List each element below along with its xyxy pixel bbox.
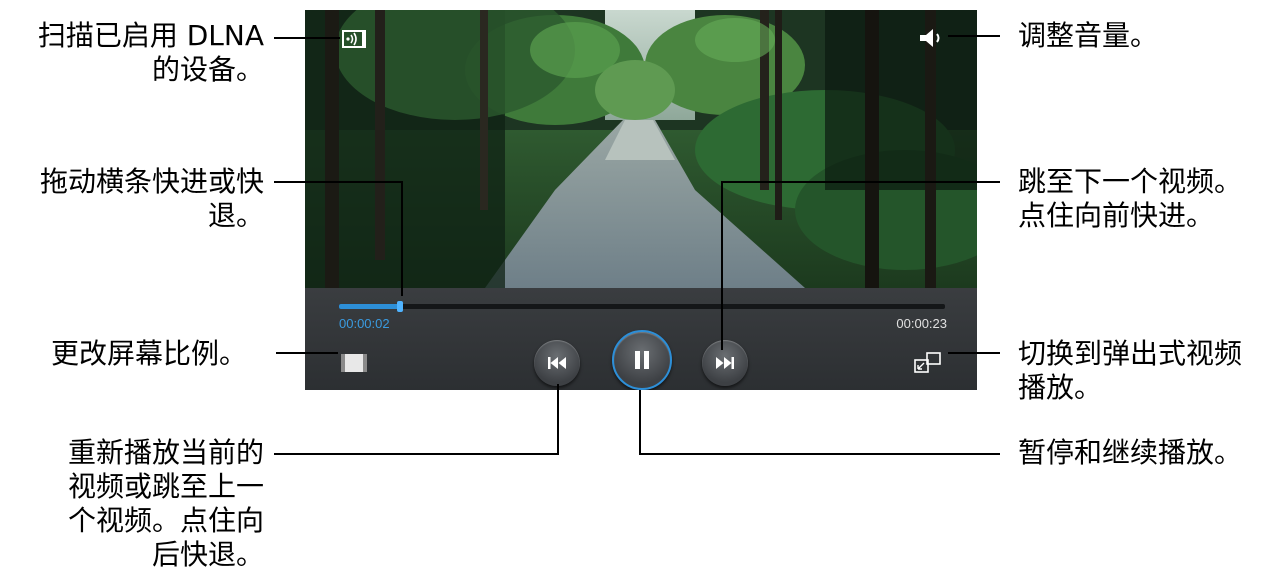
pause-callout: 暂停和继续播放。 [1018, 436, 1243, 469]
seek-handle[interactable] [396, 301, 403, 312]
control-bar: 00:00:02 00:00:23 [305, 288, 977, 390]
seek-bar[interactable] [339, 301, 945, 312]
popup-player-icon[interactable] [911, 350, 945, 376]
ratio-callout: 更改屏幕比例。 [50, 337, 247, 370]
pause-icon [635, 351, 649, 369]
elapsed-time: 00:00:02 [339, 316, 390, 331]
next-button[interactable] [702, 340, 748, 386]
pause-button[interactable] [612, 330, 672, 390]
video-scene [305, 10, 977, 288]
volume-callout: 调整音量。 [1018, 19, 1159, 52]
volume-icon[interactable] [915, 26, 949, 50]
popup-callout: 切换到弹出式视频 播放。 [1018, 337, 1243, 404]
previous-icon [548, 357, 566, 369]
dlna-callout: 扫描已启用 DLNA 的设备。 [37, 19, 264, 86]
seek-progress [339, 304, 400, 309]
next-callout: 跳至下一个视频。 点住向前快进。 [1018, 165, 1243, 232]
screen-ratio-icon[interactable] [337, 350, 371, 376]
seek-callout: 拖动横条快进或快 退。 [39, 165, 264, 232]
video-frame[interactable] [305, 10, 977, 288]
dlna-icon[interactable] [337, 28, 371, 50]
previous-button[interactable] [534, 340, 580, 386]
next-icon [716, 357, 734, 369]
total-time: 00:00:23 [896, 316, 947, 331]
previous-callout: 重新播放当前的 视频或跳至上一 个视频。点住向 后快退。 [67, 436, 264, 571]
video-player-screen: 00:00:02 00:00:23 [305, 10, 977, 390]
